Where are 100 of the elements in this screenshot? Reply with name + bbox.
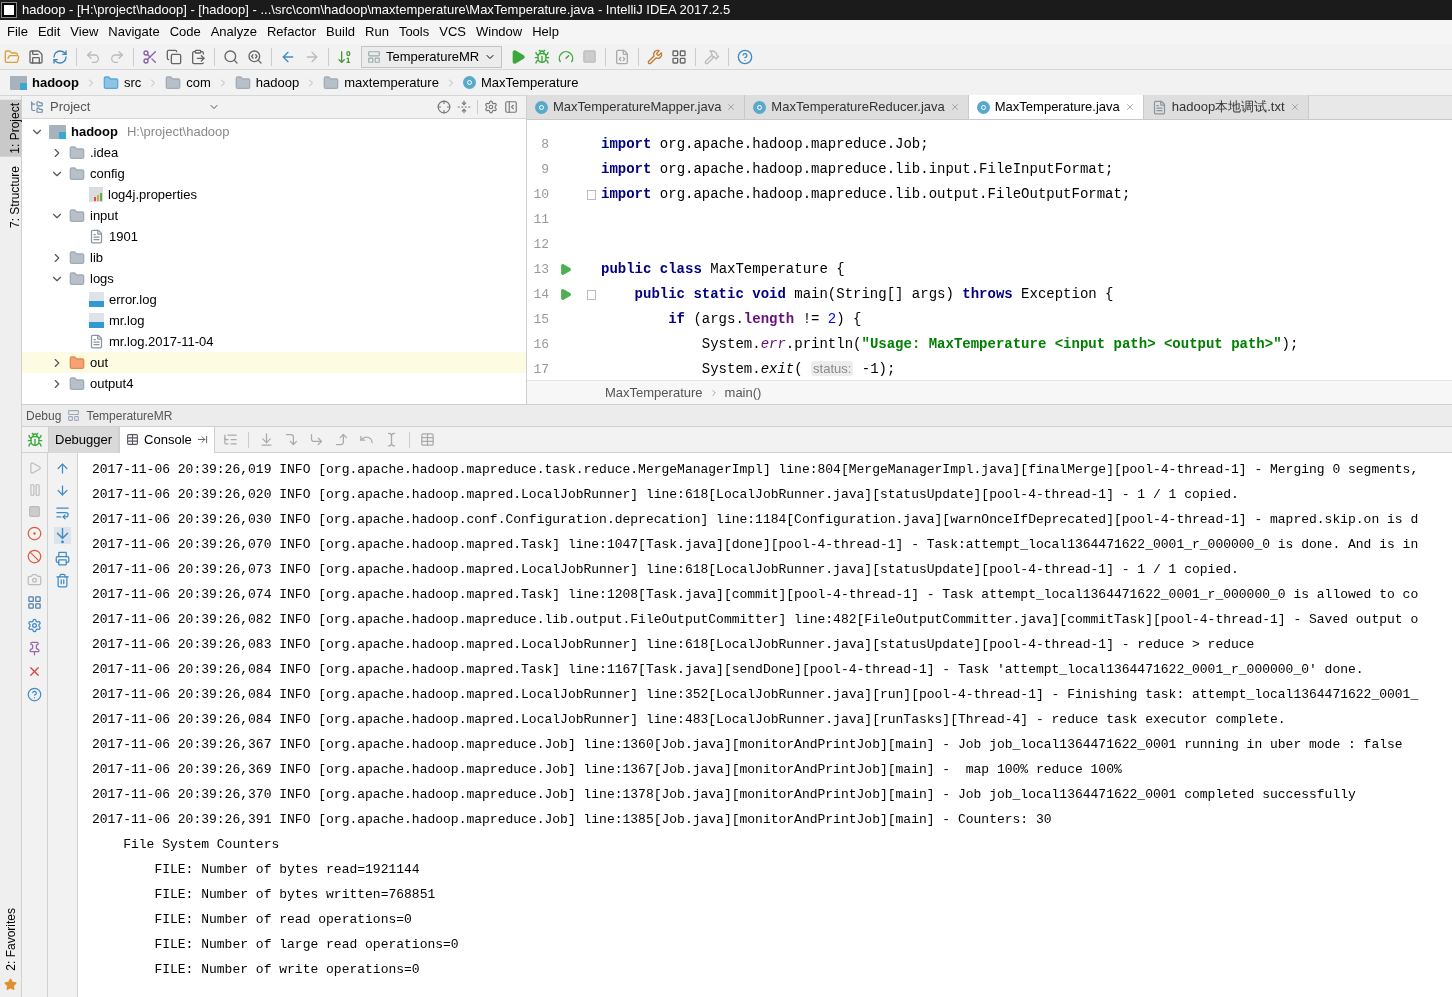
run-configuration-dropdown[interactable]: TemperatureMR [361, 45, 503, 68]
grid-icon[interactable] [671, 48, 688, 65]
tool-window-tab[interactable]: 2: Favorites [0, 905, 26, 974]
tree-item[interactable]: out [22, 352, 526, 373]
cut-icon[interactable] [142, 48, 158, 65]
print-icon[interactable] [55, 551, 70, 566]
file-icon[interactable] [614, 48, 631, 65]
collapse-icon[interactable] [457, 100, 471, 114]
pin-icon[interactable] [27, 641, 42, 656]
tree-item[interactable]: config [22, 163, 526, 184]
layout-icon[interactable] [27, 595, 42, 610]
breadcrumb-item[interactable]: maxtemperature [321, 72, 441, 93]
trash-icon[interactable] [55, 573, 70, 588]
fold-marker-icon[interactable] [586, 289, 596, 300]
close-tab-icon[interactable] [949, 102, 960, 112]
debug-session-tab[interactable]: TemperatureMR [86, 406, 173, 425]
tree-item[interactable]: log4j.properties [22, 184, 526, 205]
editor-tab[interactable]: hadoop本地调试.txt [1143, 95, 1309, 119]
menu-item[interactable]: Analyze [205, 22, 262, 42]
close-icon[interactable] [27, 664, 42, 679]
run-icon[interactable] [510, 48, 527, 65]
menu-item[interactable]: Window [470, 22, 528, 42]
settings-icon[interactable] [484, 100, 498, 114]
help-icon[interactable] [27, 687, 42, 702]
breadcrumb-item[interactable]: com [163, 72, 213, 93]
debug-tab[interactable]: Debugger [48, 426, 120, 453]
breadcrumb-item[interactable]: src [100, 72, 144, 93]
scroll-to-end-icon[interactable] [54, 527, 71, 544]
copy-icon[interactable] [166, 48, 182, 65]
step-out-icon[interactable] [333, 432, 349, 447]
tree-item[interactable]: .idea [22, 142, 526, 163]
project-view-icon [30, 100, 44, 114]
build-icon[interactable] [337, 48, 353, 65]
help-icon[interactable] [737, 48, 754, 65]
run-icon[interactable] [558, 288, 572, 301]
debug-icon[interactable] [534, 48, 551, 65]
tool-window-tab[interactable]: 7: Structure [0, 162, 21, 231]
code-breadcrumb[interactable]: main() [724, 382, 762, 403]
debug-tab[interactable]: Console [119, 426, 215, 453]
stop-icon[interactable] [28, 505, 41, 518]
run-icon[interactable] [558, 263, 572, 276]
hide-panel-icon[interactable] [504, 100, 518, 114]
menu-item[interactable]: View [65, 22, 104, 42]
menu-item[interactable]: Tools [393, 22, 435, 42]
tree-item[interactable]: logs [22, 268, 526, 289]
breadcrumb-item[interactable]: hadoop [8, 72, 81, 93]
menu-item[interactable]: Build [321, 22, 360, 42]
open-folder-icon[interactable] [4, 48, 20, 65]
menu-item[interactable]: File [2, 22, 33, 42]
frames-icon[interactable] [222, 432, 238, 447]
close-tab-icon[interactable] [1289, 102, 1300, 112]
tool-window-tab[interactable]: 1: Project [0, 100, 21, 157]
menu-item[interactable]: Run [360, 22, 394, 42]
redo-icon[interactable] [109, 48, 125, 65]
menu-item[interactable]: Refactor [261, 22, 322, 42]
coverage-icon[interactable] [558, 48, 575, 65]
resume-icon[interactable] [27, 461, 42, 475]
down-arrow-icon[interactable] [55, 483, 70, 498]
breakpoints-icon[interactable] [27, 526, 42, 541]
tree-item[interactable]: output4 [22, 373, 526, 394]
tree-item[interactable]: mr.log [22, 310, 526, 331]
camera-icon[interactable] [27, 572, 42, 587]
step-into-icon[interactable] [308, 432, 324, 447]
close-tab-icon[interactable] [726, 102, 737, 112]
close-tab-icon[interactable] [1124, 102, 1135, 112]
tree-item[interactable]: 1901 [22, 226, 526, 247]
sync-icon[interactable] [52, 48, 68, 65]
menu-item[interactable]: Navigate [103, 22, 165, 42]
code-line: if (args.length != 2) { [667, 310, 862, 329]
mute-breakpoints-icon[interactable] [27, 549, 42, 564]
paste-icon[interactable] [190, 48, 206, 65]
settings-icon[interactable] [27, 618, 42, 633]
step-over-icon[interactable] [283, 432, 299, 447]
wrench-icon[interactable] [647, 48, 664, 65]
tree-item[interactable]: error.log [22, 289, 526, 310]
debug-icon[interactable] [27, 431, 43, 448]
menu-item[interactable]: Code [164, 22, 206, 42]
up-arrow-icon[interactable] [55, 461, 70, 476]
menu-item[interactable]: Help [527, 22, 564, 42]
stop-icon[interactable] [582, 49, 598, 64]
undo-icon[interactable] [85, 48, 101, 65]
breadcrumb-item[interactable]: MaxTemperature [460, 72, 581, 93]
fold-marker-icon[interactable] [586, 189, 596, 200]
menu-item[interactable]: VCS [434, 22, 471, 42]
tree-item[interactable]: hadoop H:\project\hadoop [22, 121, 526, 142]
save-icon[interactable] [28, 48, 44, 65]
editor-tab[interactable]: MaxTemperature.java [968, 95, 1144, 119]
locate-icon[interactable] [437, 100, 451, 114]
editor-tab[interactable]: MaxTemperatureReducer.java [745, 95, 969, 119]
editor-tab[interactable]: MaxTemperatureMapper.java [527, 95, 746, 119]
breadcrumb-item[interactable]: hadoop [232, 72, 302, 93]
tree-item[interactable]: lib [22, 247, 526, 268]
menu-item[interactable]: Edit [32, 22, 66, 42]
search-icon[interactable] [223, 48, 239, 65]
code-breadcrumb[interactable]: MaxTemperature [605, 382, 703, 403]
hammer-icon[interactable] [704, 48, 721, 65]
tree-item[interactable]: mr.log.2017-11-04 [22, 331, 526, 352]
replace-icon[interactable] [247, 48, 263, 65]
tree-item[interactable]: input [22, 205, 526, 226]
soft-wrap-icon[interactable] [55, 505, 70, 520]
